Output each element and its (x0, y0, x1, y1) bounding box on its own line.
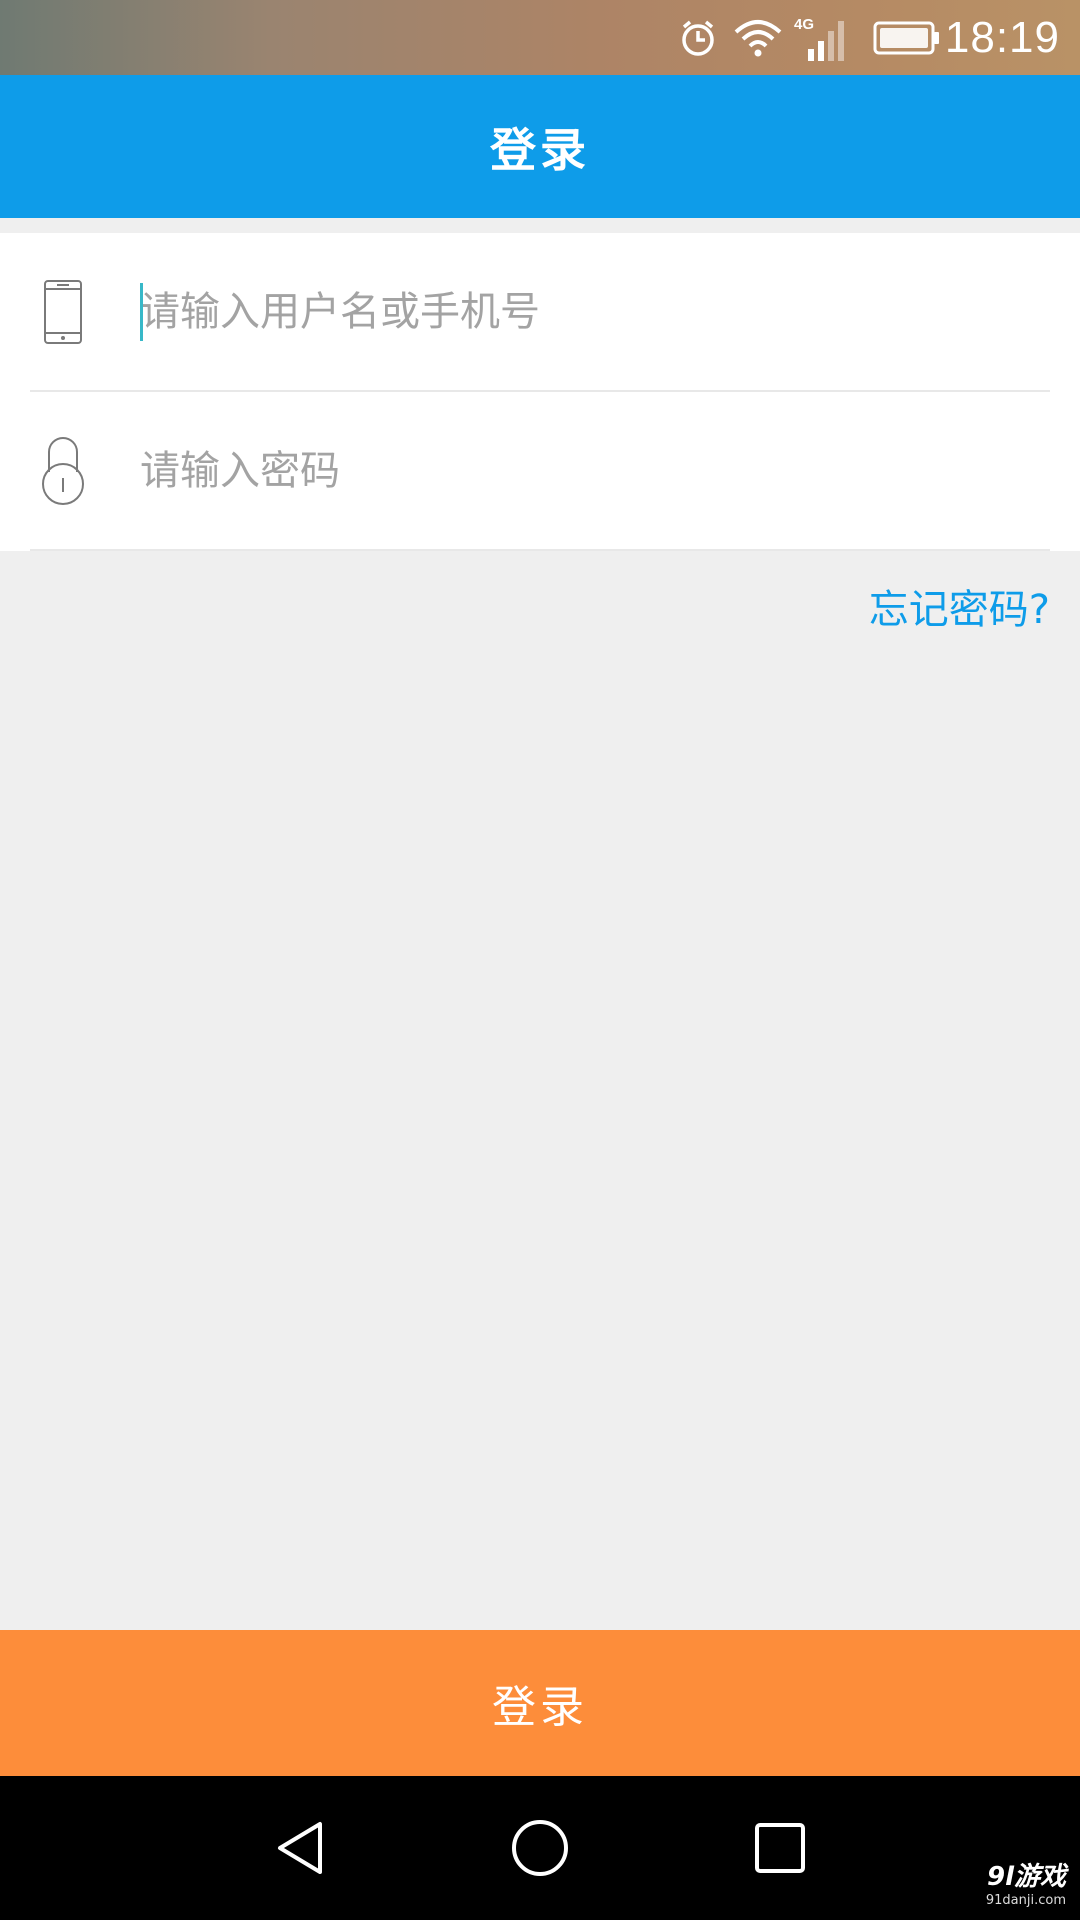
row-divider (30, 549, 1050, 551)
navigation-bar: 9l游戏 91danji.com (0, 1776, 1080, 1920)
page-title: 登录 (490, 122, 590, 177)
watermark-url: 91danji.com (985, 1893, 1066, 1908)
alarm-icon (675, 0, 721, 75)
app-header: 登录 (0, 75, 1080, 218)
recents-icon[interactable] (720, 1776, 840, 1920)
watermark: 9l游戏 91danji.com (986, 1856, 1066, 1908)
status-bar: 4G 18:19 (0, 0, 1080, 75)
status-time: 18:19 (944, 13, 1060, 62)
signal-icon: 4G (790, 0, 850, 75)
password-input[interactable] (140, 392, 1040, 550)
network-type-label: 4G (794, 16, 814, 33)
text-cursor (140, 283, 143, 341)
watermark-logo: 9l游戏 (986, 1862, 1066, 1892)
password-row (0, 392, 1080, 550)
login-button[interactable]: 登录 (0, 1630, 1080, 1776)
username-row (0, 233, 1080, 391)
login-form (0, 233, 1080, 551)
wifi-icon (730, 0, 786, 75)
back-icon[interactable] (240, 1776, 360, 1920)
username-input[interactable] (140, 233, 1040, 391)
phone-icon (38, 233, 88, 391)
forgot-password-link[interactable]: 忘记密码? (869, 585, 1050, 635)
battery-icon (872, 0, 942, 75)
lock-icon (38, 392, 88, 550)
home-icon[interactable] (480, 1776, 600, 1920)
